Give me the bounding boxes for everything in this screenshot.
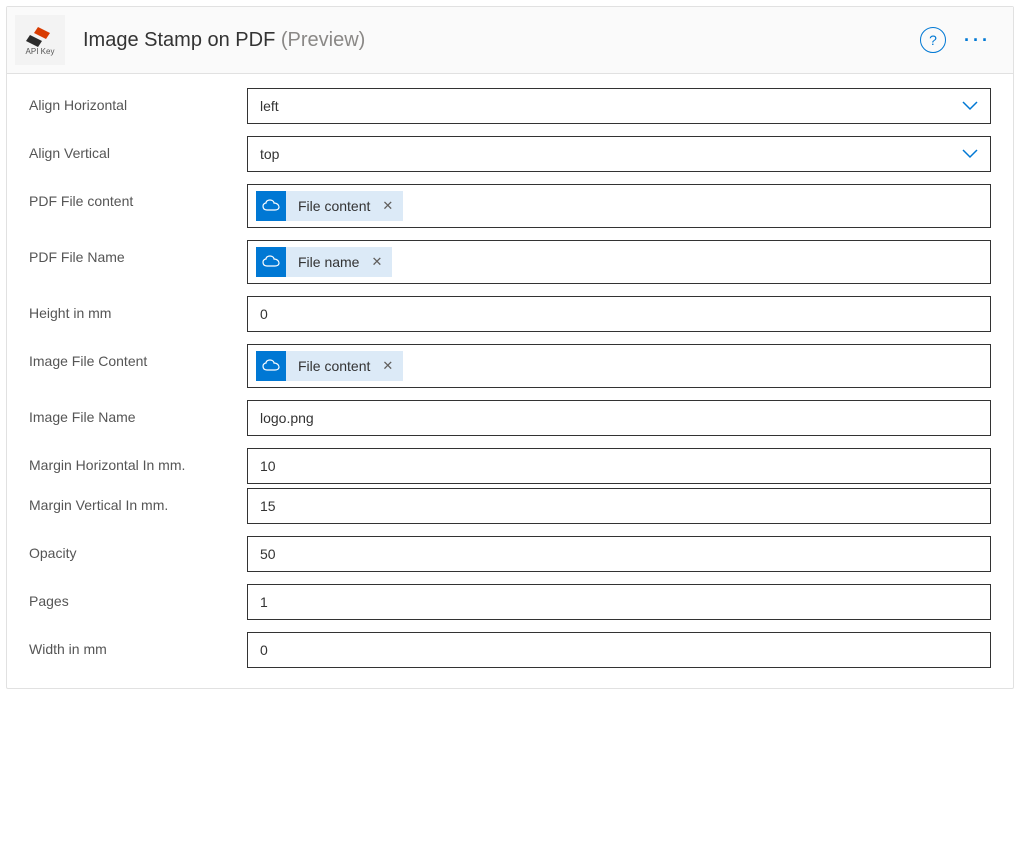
- select-align-vertical[interactable]: top: [247, 136, 991, 172]
- chevron-down-icon: [962, 146, 978, 162]
- label-height-mm: Height in mm: [29, 296, 247, 323]
- label-pages: Pages: [29, 584, 247, 611]
- card-title: Image Stamp on PDF (Preview): [83, 29, 365, 52]
- token-remove-icon[interactable]: ✕: [380, 191, 403, 221]
- cloud-icon: [256, 247, 286, 277]
- label-align-horizontal: Align Horizontal: [29, 88, 247, 115]
- input-margin-vertical[interactable]: [260, 498, 978, 514]
- title-text: Image Stamp on PDF: [83, 29, 275, 51]
- select-value: top: [260, 146, 279, 162]
- row-image-file-content: Image File Content File content ✕: [29, 344, 991, 388]
- row-height-mm: Height in mm: [29, 296, 991, 332]
- input-pdf-file-name[interactable]: File name ✕: [247, 240, 991, 284]
- row-pdf-file-content: PDF File content File content ✕: [29, 184, 991, 228]
- input-pages-wrapper: [247, 584, 991, 620]
- row-margin-vertical: Margin Vertical In mm.: [29, 488, 991, 524]
- token-label: File content: [286, 351, 380, 381]
- input-width-mm-wrapper: [247, 632, 991, 668]
- connector-icon: API Key: [15, 15, 65, 65]
- cloud-icon: [256, 191, 286, 221]
- input-pages[interactable]: [260, 594, 978, 610]
- input-image-file-content[interactable]: File content ✕: [247, 344, 991, 388]
- action-card: API Key Image Stamp on PDF (Preview) ? ·…: [6, 6, 1014, 689]
- select-value: left: [260, 98, 279, 114]
- select-align-horizontal[interactable]: left: [247, 88, 991, 124]
- input-opacity[interactable]: [260, 546, 978, 562]
- dynamic-content-token[interactable]: File name ✕: [256, 247, 392, 277]
- card-body: Align Horizontal left Align Vertical top: [7, 74, 1013, 688]
- input-opacity-wrapper: [247, 536, 991, 572]
- input-margin-vertical-wrapper: [247, 488, 991, 524]
- label-opacity: Opacity: [29, 536, 247, 563]
- row-width-mm: Width in mm: [29, 632, 991, 668]
- input-image-file-name[interactable]: [260, 410, 978, 426]
- dynamic-content-token[interactable]: File content ✕: [256, 191, 403, 221]
- row-pages: Pages: [29, 584, 991, 620]
- input-height-mm[interactable]: [260, 306, 978, 322]
- input-width-mm[interactable]: [260, 642, 978, 658]
- label-align-vertical: Align Vertical: [29, 136, 247, 163]
- input-pdf-file-content[interactable]: File content ✕: [247, 184, 991, 228]
- token-label: File content: [286, 191, 380, 221]
- row-align-horizontal: Align Horizontal left: [29, 88, 991, 124]
- row-margin-horizontal: Margin Horizontal In mm.: [29, 448, 991, 484]
- chevron-down-icon: [962, 98, 978, 114]
- token-remove-icon[interactable]: ✕: [380, 351, 403, 381]
- input-image-file-name-wrapper: [247, 400, 991, 436]
- token-remove-icon[interactable]: ✕: [369, 247, 392, 277]
- input-margin-horizontal[interactable]: [260, 458, 978, 474]
- cloud-icon: [256, 351, 286, 381]
- help-icon[interactable]: ?: [920, 27, 946, 53]
- label-margin-vertical: Margin Vertical In mm.: [29, 488, 247, 515]
- row-align-vertical: Align Vertical top: [29, 136, 991, 172]
- label-pdf-file-content: PDF File content: [29, 184, 247, 211]
- label-image-file-name: Image File Name: [29, 400, 247, 427]
- card-header: API Key Image Stamp on PDF (Preview) ? ·…: [7, 7, 1013, 74]
- dynamic-content-token[interactable]: File content ✕: [256, 351, 403, 381]
- input-margin-horizontal-wrapper: [247, 448, 991, 484]
- token-label: File name: [286, 247, 369, 277]
- label-pdf-file-name: PDF File Name: [29, 240, 247, 267]
- api-key-label: API Key: [26, 47, 55, 56]
- more-menu-icon[interactable]: ···: [964, 30, 997, 51]
- preview-tag: (Preview): [281, 29, 365, 51]
- input-height-mm-wrapper: [247, 296, 991, 332]
- label-image-file-content: Image File Content: [29, 344, 247, 371]
- label-width-mm: Width in mm: [29, 632, 247, 659]
- row-pdf-file-name: PDF File Name File name ✕: [29, 240, 991, 284]
- label-margin-horizontal: Margin Horizontal In mm.: [29, 448, 247, 475]
- row-image-file-name: Image File Name: [29, 400, 991, 436]
- row-opacity: Opacity: [29, 536, 991, 572]
